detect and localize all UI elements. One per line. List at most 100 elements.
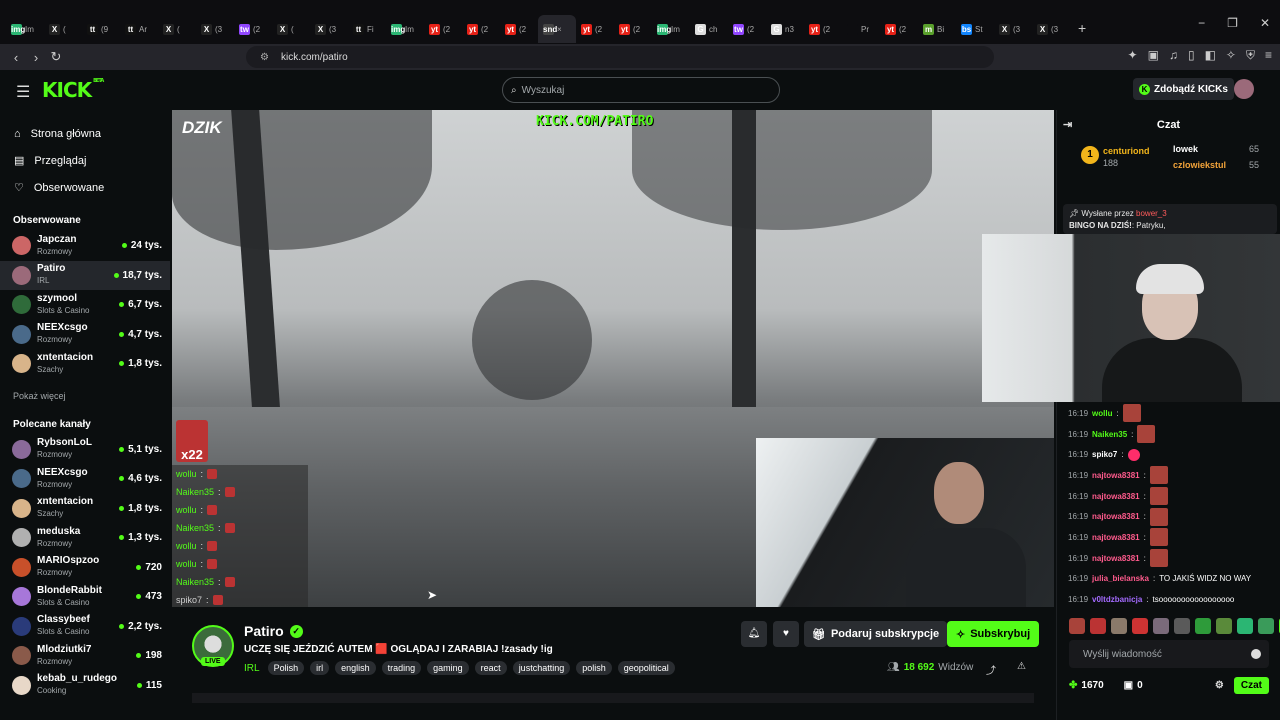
user-avatar[interactable] — [1234, 79, 1254, 99]
browser-tab[interactable]: yt (2 — [804, 15, 842, 43]
close-window-button[interactable]: ✕ — [1260, 16, 1270, 30]
message-username[interactable]: julia_bielanska — [1092, 574, 1149, 583]
browser-tab[interactable]: yt (2 — [880, 15, 918, 43]
quick-emote-icon[interactable] — [1258, 618, 1274, 634]
browser-tab[interactable]: X (3 — [196, 15, 234, 43]
category-link[interactable]: IRL — [244, 663, 260, 674]
subscribe-button[interactable]: ✧ Subskrybuj — [947, 621, 1040, 647]
reload-icon[interactable]: ↻ — [46, 49, 66, 65]
leaderboard-third-name[interactable]: czlowiekstul — [1173, 160, 1226, 170]
follow-button[interactable]: ♥ — [773, 621, 799, 647]
site-info-icon[interactable]: ⚙ — [260, 52, 269, 63]
chat-settings-icon[interactable]: ⚙ — [1215, 680, 1224, 691]
ai-icon[interactable]: ✧ — [1226, 48, 1236, 63]
new-tab-button[interactable]: + — [1078, 20, 1086, 36]
browser-tab[interactable]: img Im — [6, 15, 44, 43]
vpn-icon[interactable]: ⛨ — [1246, 48, 1255, 63]
browser-tab[interactable]: tw (2 — [234, 15, 272, 43]
sidebar-nav-item[interactable]: ⌂ Strona główna — [14, 120, 170, 147]
browser-tab[interactable]: yt (2 — [424, 15, 462, 43]
channel-item[interactable]: MARIOspzoo Rozmowy 720 — [0, 553, 170, 583]
maximize-button[interactable]: ❐ — [1227, 16, 1238, 30]
quick-emote-icon[interactable] — [1132, 618, 1148, 634]
channel-item[interactable]: Mlodziutki7 Rozmowy 198 — [0, 641, 170, 671]
channel-item[interactable]: xntentacion Szachy 1,8 tys. — [0, 349, 170, 379]
browser-tab[interactable]: Gn3 — [766, 15, 804, 43]
stream-tag[interactable]: trading — [381, 661, 422, 675]
leaderboard-top-name[interactable]: centuriond — [1103, 146, 1150, 156]
channel-item[interactable]: RybsonLoL Rozmowy 5,1 tys. — [0, 435, 170, 465]
stream-tag[interactable]: irl — [310, 661, 330, 675]
quick-emote-icon[interactable] — [1174, 618, 1190, 634]
report-icon[interactable]: ⚠ — [1017, 661, 1026, 672]
back-icon[interactable]: ‹ — [6, 50, 26, 65]
browser-tab[interactable]: tt Fi — [348, 15, 386, 43]
stream-tag[interactable]: Polish — [267, 661, 305, 675]
forward-icon[interactable]: › — [26, 50, 46, 65]
message-username[interactable]: wollu — [1092, 409, 1112, 418]
browser-tab[interactable]: yt (2 — [614, 15, 652, 43]
message-username[interactable]: najtowa8381 — [1092, 512, 1140, 521]
browser-tab[interactable]: tw (2 — [728, 15, 766, 43]
browser-tab[interactable]: X( — [272, 15, 310, 43]
tab-search-icon[interactable]: ▣ — [1148, 48, 1159, 63]
chat-input[interactable]: Wyślij wiadomość — [1069, 640, 1269, 668]
browser-tab[interactable]: Gch — [690, 15, 728, 43]
minimize-button[interactable]: − — [1198, 16, 1205, 30]
sidebar-icon[interactable]: ▯ — [1188, 48, 1195, 63]
search-input[interactable]: Wyszukaj — [522, 85, 565, 96]
wallet-icon[interactable]: ◧ — [1205, 48, 1216, 63]
browser-tab[interactable]: Pr — [842, 15, 880, 43]
channel-item[interactable]: szymool Slots & Casino 6,7 tys. — [0, 290, 170, 320]
channel-item[interactable]: xntentacion Szachy 1,8 tys. — [0, 494, 170, 524]
kicks-balance[interactable]: ▣ 0 — [1124, 680, 1143, 691]
message-username[interactable]: najtowa8381 — [1092, 533, 1140, 542]
browser-tab[interactable]: X (3 — [310, 15, 348, 43]
menu-icon[interactable]: ≡ — [1265, 48, 1272, 63]
browser-tab[interactable]: snd × — [538, 15, 576, 43]
search-box[interactable]: ⌕ Wyszukaj — [502, 77, 780, 103]
channel-item[interactable]: Patiro IRL 18,7 tys. — [0, 260, 170, 290]
message-username[interactable]: spiko7 — [1092, 450, 1117, 459]
browser-tab[interactable]: X (3 — [994, 15, 1032, 43]
browser-tab[interactable]: X( — [44, 15, 82, 43]
browser-tab[interactable]: img Im — [386, 15, 424, 43]
sidebar-nav-item[interactable]: ♡ Obserwowane — [14, 174, 170, 201]
channel-item[interactable]: meduska Rozmowy 1,3 tys. — [0, 523, 170, 553]
extensions-icon[interactable]: ✦ — [1128, 48, 1138, 63]
browser-tab[interactable]: img Im — [652, 15, 690, 43]
browser-tab[interactable]: m Bi — [918, 15, 956, 43]
browser-tab[interactable]: yt (2 — [500, 15, 538, 43]
quick-emote-icon[interactable] — [1090, 618, 1106, 634]
channel-points[interactable]: ✤ 1670 — [1069, 680, 1104, 691]
quick-emote-icon[interactable] — [1216, 618, 1232, 634]
notifications-button[interactable]: 🔔︎ — [741, 621, 767, 647]
stream-tag[interactable]: gaming — [427, 661, 469, 675]
quick-emote-icon[interactable] — [1153, 618, 1169, 634]
message-username[interactable]: najtowa8381 — [1092, 471, 1140, 480]
emoji-picker-icon[interactable] — [1251, 649, 1261, 659]
browser-tab[interactable]: tt Ar — [120, 15, 158, 43]
channel-item[interactable]: Japczan Rozmowy 24 tys. — [0, 231, 170, 261]
channel-item[interactable]: Classybeef Slots & Casino 2,2 tys. — [0, 612, 170, 642]
quick-emote-icon[interactable] — [1195, 618, 1211, 634]
browser-tab[interactable]: X( — [158, 15, 196, 43]
url-bar[interactable]: ⚙ kick.com/patiro — [246, 46, 994, 68]
stream-tag[interactable]: justchatting — [512, 661, 571, 675]
browser-tab[interactable]: tt (9 — [82, 15, 120, 43]
browser-tab[interactable]: yt (2 — [576, 15, 614, 43]
leaderboard-second-name[interactable]: lowek — [1173, 144, 1198, 154]
chat-send-button[interactable]: Czat — [1233, 676, 1269, 694]
video-player[interactable]: DZIK KICK.COM/PATIRO x22 wollu : Naiken35… — [172, 110, 1054, 607]
media-icon[interactable]: ♫ — [1169, 48, 1178, 63]
hamburger-menu-icon[interactable]: ☰ — [16, 82, 30, 102]
quick-emote-icon[interactable] — [1111, 618, 1127, 634]
channel-item[interactable]: kebab_u_rudego Cooking 115 — [0, 671, 170, 701]
show-more-link[interactable]: Pokaż więcej — [0, 391, 170, 405]
pinned-user[interactable]: bower_3 — [1136, 209, 1167, 218]
quick-emote-icon[interactable] — [1237, 618, 1253, 634]
collapse-chat-icon[interactable]: ⇥ — [1063, 118, 1072, 131]
share-icon[interactable]: ⤴ — [986, 662, 996, 677]
message-username[interactable]: najtowa8381 — [1092, 554, 1140, 563]
stream-tag[interactable]: react — [474, 661, 507, 675]
